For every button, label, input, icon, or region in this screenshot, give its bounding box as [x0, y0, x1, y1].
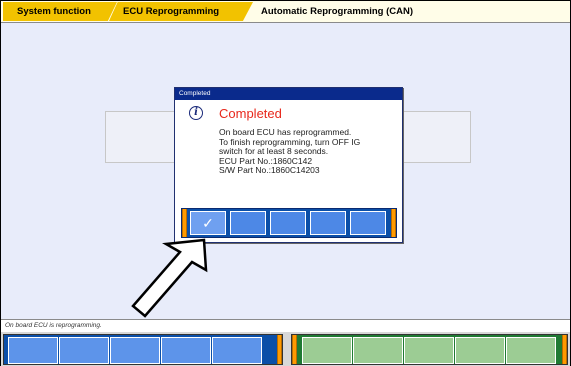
bar-cap-right [391, 209, 396, 237]
breadcrumb-system-function[interactable]: System function [3, 2, 117, 21]
dialog-heading: Completed [219, 106, 282, 121]
checkmark-icon: ✓ [202, 215, 214, 231]
dialog-fkey-3[interactable] [270, 211, 306, 235]
function-key-f2[interactable] [59, 337, 109, 364]
bar-cap-left [182, 209, 187, 237]
key-group-cap [292, 335, 297, 364]
function-key-f4[interactable] [161, 337, 211, 364]
function-key-group-right [291, 334, 568, 365]
dialog-titlebar: Completed [175, 88, 402, 100]
function-key-f1[interactable] [8, 337, 58, 364]
ok-button[interactable]: ✓ [190, 211, 226, 235]
function-key-row [1, 332, 570, 366]
function-key-f7[interactable] [353, 337, 403, 364]
breadcrumb-automatic-reprogramming: Automatic Reprogramming (CAN) [261, 6, 414, 17]
completed-dialog: Completed i Completed On board ECU has r… [174, 87, 403, 243]
dialog-fkey-5[interactable] [350, 211, 386, 235]
function-key-f3[interactable] [110, 337, 160, 364]
function-key-f8[interactable] [404, 337, 454, 364]
breadcrumb: System function ECU Reprogramming Automa… [1, 1, 570, 23]
dialog-fkey-4[interactable] [310, 211, 346, 235]
app-screen: System function ECU Reprogramming Automa… [0, 0, 571, 366]
arrow-pointer-icon [131, 238, 208, 318]
dialog-body: i Completed On board ECU has reprogramme… [175, 100, 402, 202]
dialog-button-bar: ✓ [181, 208, 397, 238]
dialog-fkey-2[interactable] [230, 211, 266, 235]
function-key-f9[interactable] [455, 337, 505, 364]
dialog-message: On board ECU has reprogrammed. To finish… [219, 127, 399, 176]
function-key-f6[interactable] [302, 337, 352, 364]
message-line: S/W Part No.:1860C14203 [219, 165, 320, 176]
function-key-f10[interactable] [506, 337, 556, 364]
key-group-cap [277, 335, 282, 364]
breadcrumb-ecu-reprogramming[interactable]: ECU Reprogramming [109, 2, 253, 21]
function-key-f5[interactable] [212, 337, 262, 364]
info-icon: i [189, 106, 203, 120]
function-key-group-left [3, 334, 283, 365]
status-bar: On board ECU is reprogramming. [1, 319, 570, 331]
key-group-cap [562, 335, 567, 364]
